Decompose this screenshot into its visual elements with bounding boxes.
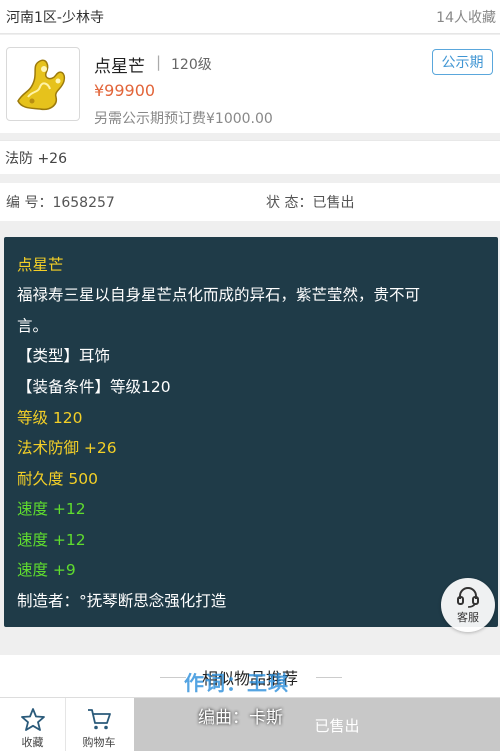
cart-button[interactable]: 购物车 bbox=[66, 698, 132, 751]
item-price: ¥99900 bbox=[94, 81, 156, 100]
caption-overlay: 编曲：卡斯 bbox=[198, 708, 283, 728]
cart-label: 购物车 bbox=[82, 736, 116, 749]
caption-overlay: 作词：王琪 bbox=[184, 671, 289, 695]
public-period-badge[interactable]: 公示期 bbox=[432, 49, 493, 75]
name-level-separator: | bbox=[156, 53, 162, 71]
item-level: 120级 bbox=[171, 57, 212, 73]
detail-line: 等级 120 bbox=[17, 409, 83, 427]
customer-service-button[interactable]: 客服 bbox=[441, 578, 495, 632]
sold-out-label: 已售出 bbox=[314, 716, 360, 735]
deposit-note: 另需公示期预订费¥1000.00 bbox=[94, 111, 273, 127]
detail-line: 速度 +9 bbox=[17, 561, 76, 579]
divider bbox=[316, 677, 342, 678]
detail-line: 言。 bbox=[17, 317, 49, 335]
detail-line: 【类型】耳饰 bbox=[17, 347, 111, 365]
golden-ornament-icon[interactable] bbox=[6, 47, 80, 121]
item-detail-panel: 点星芒 福禄寿三星以自身星芒点化而成的异石，紫芒莹然，贵不可 言。 【类型】耳饰… bbox=[4, 237, 498, 632]
favorite-button[interactable]: 收藏 bbox=[0, 698, 66, 751]
detail-line: 耐久度 500 bbox=[17, 470, 99, 488]
detail-line: 【装备条件】等级120 bbox=[17, 378, 171, 396]
customer-service-label: 客服 bbox=[457, 610, 479, 624]
attribute-text: 法防 +26 bbox=[5, 150, 67, 167]
item-summary[interactable]: 点星芒 | 120级 ¥99900 另需公示期预订费¥1000.00 公示期 bbox=[0, 35, 500, 133]
detail-line: 速度 +12 bbox=[17, 531, 86, 549]
favorite-label: 收藏 bbox=[21, 736, 44, 749]
star-icon bbox=[20, 708, 45, 731]
detail-line: 法术防御 +26 bbox=[17, 439, 117, 457]
server-name: 河南1区-少林寺 bbox=[6, 9, 104, 26]
info-row: 编 号：1658257 状 态：已售出 bbox=[0, 183, 500, 221]
watch-count: 14人收藏 bbox=[436, 9, 496, 26]
attribute-row: 法防 +26 bbox=[0, 140, 500, 174]
serial-number: 编 号：1658257 bbox=[6, 195, 115, 211]
detail-line: 速度 +12 bbox=[17, 500, 86, 518]
item-name: 点星芒 bbox=[94, 57, 145, 77]
top-bar: 河南1区-少林寺 14人收藏 bbox=[0, 0, 500, 34]
cart-icon bbox=[88, 709, 111, 730]
detail-line: 福禄寿三星以自身星芒点化而成的异石，紫芒莹然，贵不可 bbox=[17, 286, 421, 304]
sale-status: 状 态：已售出 bbox=[266, 195, 355, 211]
sold-out-button[interactable]: 已售出 bbox=[134, 698, 500, 751]
headset-icon bbox=[457, 586, 479, 608]
detail-line: 制造者：°抚琴断思念强化打造 bbox=[17, 592, 227, 610]
detail-line: 点星芒 bbox=[17, 256, 64, 274]
